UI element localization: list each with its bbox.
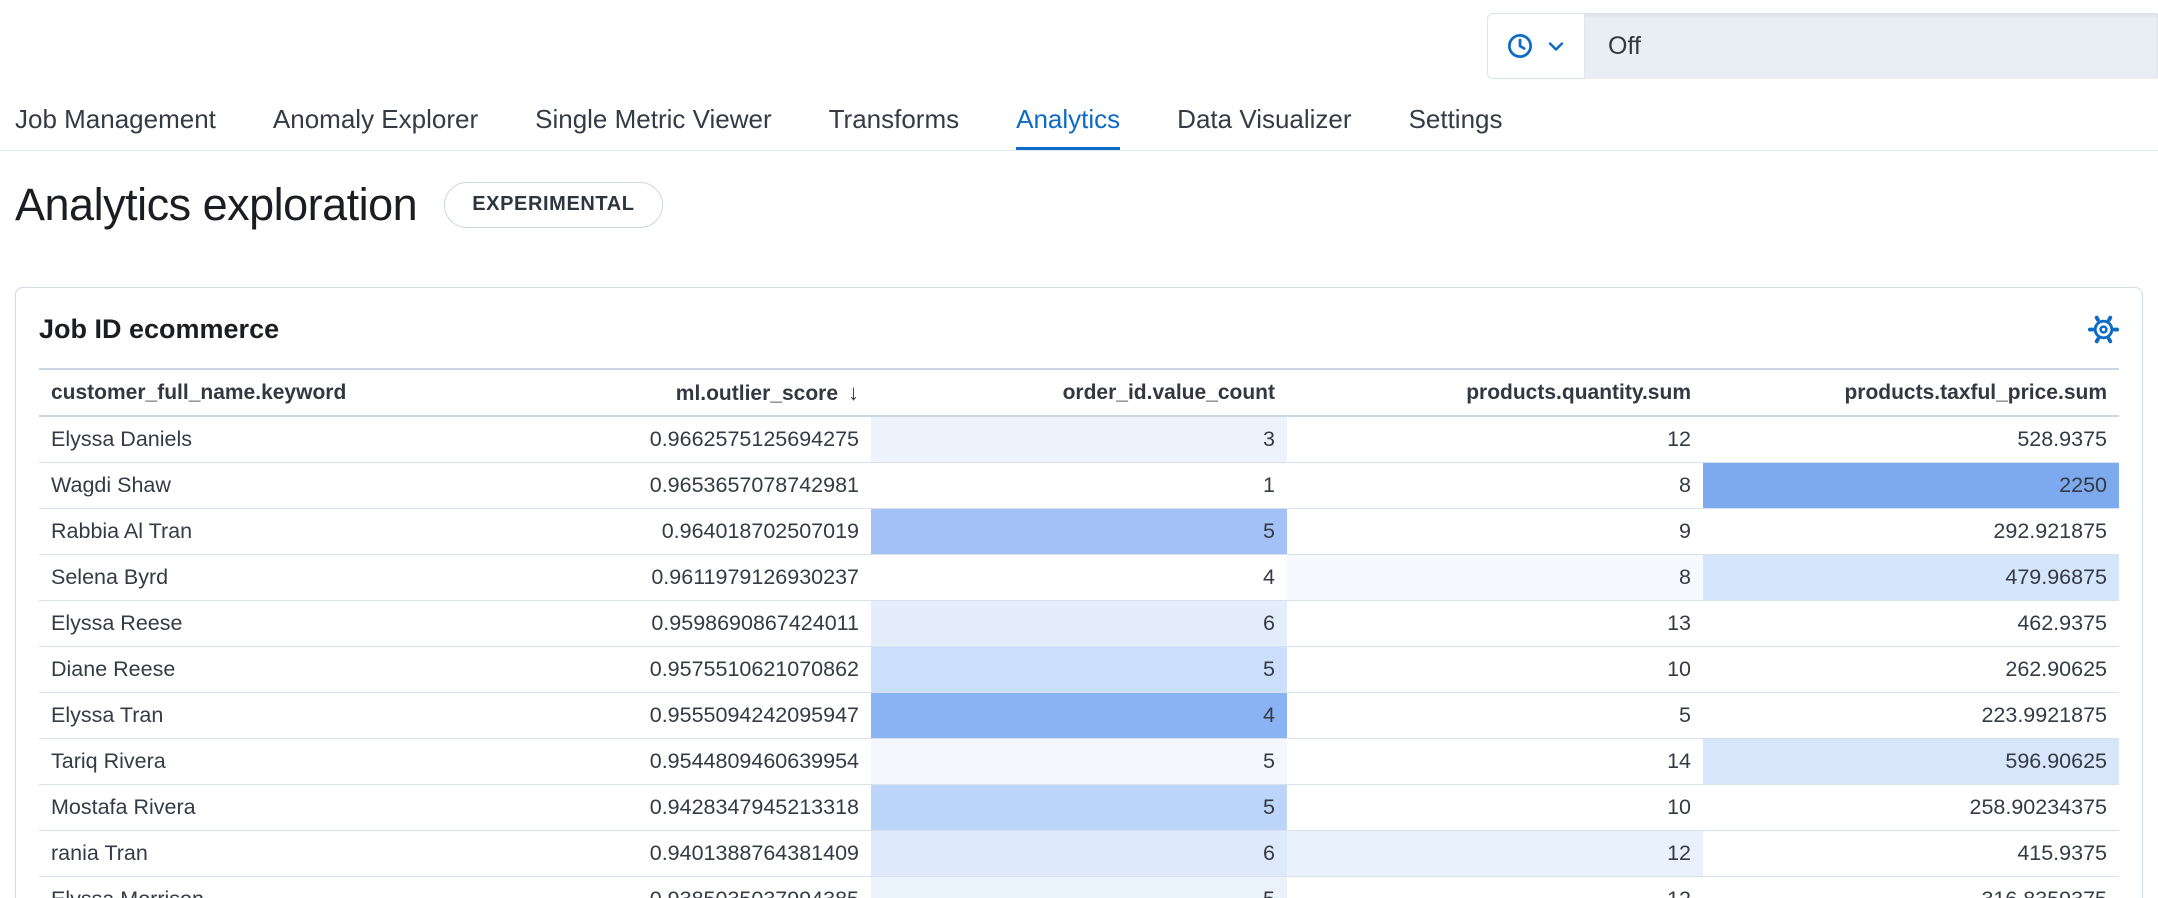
table-cell: 479.96875 <box>1703 555 2119 601</box>
outlier-results-table: customer_full_name.keywordml.outlier_sco… <box>39 368 2119 898</box>
results-panel: Job ID ecommerce customer_full_name.keyw… <box>15 287 2143 898</box>
page-header: Analytics exploration EXPERIMENTAL <box>15 179 2158 231</box>
tab-data-visualizer[interactable]: Data Visualizer <box>1177 94 1351 150</box>
table-cell: 262.90625 <box>1703 647 2119 693</box>
chevron-down-icon <box>1544 34 1568 58</box>
table-cell: 1 <box>871 463 1287 509</box>
table-cell: 14 <box>1287 739 1703 785</box>
column-header-ml.outlier_score[interactable]: ml.outlier_score↓ <box>455 369 871 416</box>
table-cell: 415.9375 <box>1703 831 2119 877</box>
table-cell: 5 <box>871 509 1287 555</box>
table-cell: 0.9653657078742981 <box>455 463 871 509</box>
table-cell: 2250 <box>1703 463 2119 509</box>
table-cell: 0.9598690867424011 <box>455 601 871 647</box>
refresh-interval-button[interactable] <box>1487 13 1584 79</box>
column-header-customer_full_name.keyword[interactable]: customer_full_name.keyword <box>39 369 455 416</box>
table-cell: 13 <box>1287 601 1703 647</box>
tab-anomaly-explorer[interactable]: Anomaly Explorer <box>273 94 478 150</box>
table-cell: 9 <box>1287 509 1703 555</box>
table-cell: 0.9575510621070862 <box>455 647 871 693</box>
table-cell: 4 <box>871 693 1287 739</box>
table-row: Elyssa Morrison0.9385035037994385512316.… <box>39 877 2119 898</box>
table-cell: 596.90625 <box>1703 739 2119 785</box>
tab-transforms[interactable]: Transforms <box>829 94 960 150</box>
table-cell: 462.9375 <box>1703 601 2119 647</box>
table-cell: Elyssa Daniels <box>39 416 455 463</box>
table-cell: 4 <box>871 555 1287 601</box>
refresh-interval-control: Off <box>1487 13 2158 79</box>
table-row: rania Tran0.9401388764381409612415.9375 <box>39 831 2119 877</box>
table-cell: Diane Reese <box>39 647 455 693</box>
table-cell: 10 <box>1287 785 1703 831</box>
table-cell: 0.9385035037994385 <box>455 877 871 898</box>
table-body: Elyssa Daniels0.9662575125694275312528.9… <box>39 416 2119 898</box>
table-row: Selena Byrd0.961197912693023748479.96875 <box>39 555 2119 601</box>
top-bar: Off <box>0 0 2158 94</box>
table-cell: 292.921875 <box>1703 509 2119 555</box>
tab-settings[interactable]: Settings <box>1409 94 1503 150</box>
table-cell: Mostafa Rivera <box>39 785 455 831</box>
table-cell: 12 <box>1287 831 1703 877</box>
table-row: Diane Reese0.9575510621070862510262.9062… <box>39 647 2119 693</box>
table-cell: rania Tran <box>39 831 455 877</box>
tab-bar: Job Management Anomaly Explorer Single Met… <box>0 94 2158 151</box>
table-cell: 12 <box>1287 416 1703 463</box>
gear-icon[interactable] <box>2088 314 2119 345</box>
table-cell: 0.9428347945213318 <box>455 785 871 831</box>
table-cell: Elyssa Reese <box>39 601 455 647</box>
table-cell: 5 <box>871 647 1287 693</box>
table-cell: 0.9544809460639954 <box>455 739 871 785</box>
table-cell: Selena Byrd <box>39 555 455 601</box>
table-row: Wagdi Shaw0.9653657078742981182250 <box>39 463 2119 509</box>
table-header-row: customer_full_name.keywordml.outlier_sco… <box>39 369 2119 416</box>
tab-analytics[interactable]: Analytics <box>1016 94 1120 150</box>
sort-desc-icon: ↓ <box>848 380 859 405</box>
table-row: Elyssa Reese0.9598690867424011613462.937… <box>39 601 2119 647</box>
column-header-order_id.value_count[interactable]: order_id.value_count <box>871 369 1287 416</box>
table-cell: 5 <box>1287 693 1703 739</box>
table-row: Rabbia Al Tran0.96401870250701959292.921… <box>39 509 2119 555</box>
refresh-interval-value[interactable]: Off <box>1584 13 2158 79</box>
table-cell: 0.964018702507019 <box>455 509 871 555</box>
clock-icon <box>1505 31 1535 61</box>
table-cell: 8 <box>1287 555 1703 601</box>
table-cell: 5 <box>871 785 1287 831</box>
table-cell: 6 <box>871 601 1287 647</box>
panel-header: Job ID ecommerce <box>39 312 2119 346</box>
table-cell: 10 <box>1287 647 1703 693</box>
table-cell: Tariq Rivera <box>39 739 455 785</box>
table-cell: 12 <box>1287 877 1703 898</box>
page-title: Analytics exploration <box>15 179 417 231</box>
table-row: Tariq Rivera0.9544809460639954514596.906… <box>39 739 2119 785</box>
job-id-title: Job ID ecommerce <box>39 312 279 346</box>
table-cell: 5 <box>871 739 1287 785</box>
table-cell: 0.9555094242095947 <box>455 693 871 739</box>
tab-single-metric-viewer[interactable]: Single Metric Viewer <box>535 94 772 150</box>
table-cell: Elyssa Morrison <box>39 877 455 898</box>
table-cell: 316.8359375 <box>1703 877 2119 898</box>
table-cell: 3 <box>871 416 1287 463</box>
table-cell: 223.9921875 <box>1703 693 2119 739</box>
table-cell: Wagdi Shaw <box>39 463 455 509</box>
table-cell: 528.9375 <box>1703 416 2119 463</box>
table-cell: 0.9401388764381409 <box>455 831 871 877</box>
table-cell: 8 <box>1287 463 1703 509</box>
column-header-products.taxful_price.sum[interactable]: products.taxful_price.sum <box>1703 369 2119 416</box>
table-cell: 6 <box>871 831 1287 877</box>
table-cell: 0.9662575125694275 <box>455 416 871 463</box>
table-cell: 5 <box>871 877 1287 898</box>
table-row: Elyssa Daniels0.9662575125694275312528.9… <box>39 416 2119 463</box>
table-cell: 258.90234375 <box>1703 785 2119 831</box>
table-cell: 0.9611979126930237 <box>455 555 871 601</box>
column-header-products.quantity.sum[interactable]: products.quantity.sum <box>1287 369 1703 416</box>
table-row: Elyssa Tran0.955509424209594745223.99218… <box>39 693 2119 739</box>
table-cell: Elyssa Tran <box>39 693 455 739</box>
table-cell: Rabbia Al Tran <box>39 509 455 555</box>
experimental-badge: EXPERIMENTAL <box>444 182 662 228</box>
table-row: Mostafa Rivera0.9428347945213318510258.9… <box>39 785 2119 831</box>
tab-job-management[interactable]: Job Management <box>15 94 216 150</box>
